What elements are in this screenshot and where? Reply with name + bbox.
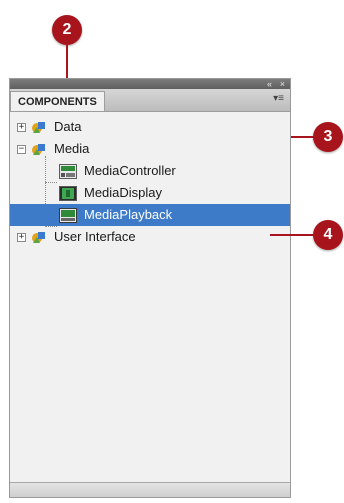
tree-item-label: MediaController	[84, 163, 176, 178]
callout-3: 3	[313, 122, 343, 152]
tree-item-mediacontroller[interactable]: MediaController	[10, 160, 290, 182]
folder-icon	[32, 144, 45, 155]
tree-item-label: User Interface	[54, 229, 136, 244]
tree-item-media[interactable]: − Media	[10, 138, 290, 160]
panel-title-bar[interactable]: « ×	[10, 79, 290, 89]
collapse-icon[interactable]: −	[17, 145, 26, 154]
media-playback-icon	[59, 208, 77, 223]
tree-item-label: Data	[54, 119, 82, 134]
tree-item-label: MediaPlayback	[84, 207, 173, 222]
panel-menu-icon[interactable]: ▾≡	[273, 93, 284, 104]
tab-components[interactable]: COMPONENTS	[10, 91, 105, 111]
tree-item-label: Media	[54, 141, 90, 156]
panel-footer	[10, 482, 290, 497]
panel-header: COMPONENTS ▾≡	[10, 89, 290, 112]
expand-icon[interactable]: +	[17, 123, 26, 132]
tree-item-label: MediaDisplay	[84, 185, 163, 200]
folder-icon	[32, 122, 45, 133]
tree-item-data[interactable]: + Data	[10, 116, 290, 138]
callout-2: 2	[52, 15, 82, 45]
expand-icon[interactable]: +	[17, 233, 26, 242]
folder-icon	[32, 232, 45, 243]
components-panel: « × COMPONENTS ▾≡ + Data − Media MediaCo…	[9, 78, 291, 498]
media-controller-icon	[59, 164, 77, 179]
callout-4-leader	[270, 234, 314, 236]
tree-item-user-interface[interactable]: + User Interface	[10, 226, 290, 248]
callout-4: 4	[313, 220, 343, 250]
tree-item-mediaplayback[interactable]: MediaPlayback	[10, 204, 290, 226]
media-display-icon	[59, 186, 77, 201]
tree-item-mediadisplay[interactable]: MediaDisplay	[10, 182, 290, 204]
